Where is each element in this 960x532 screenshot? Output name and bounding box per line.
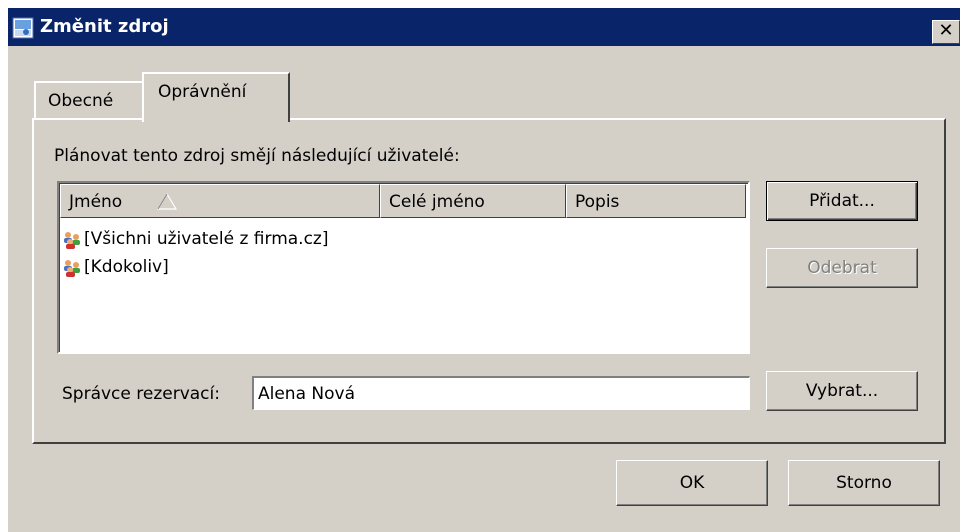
window-title: Změnit zdroj xyxy=(40,16,169,37)
title-bar[interactable]: Změnit zdroj xyxy=(8,8,960,46)
select-button-label: Vybrat... xyxy=(805,381,879,401)
allowed-users-label: Plánovat tento zdroj smějí následující u… xyxy=(54,146,460,166)
add-button-label: Přidat... xyxy=(809,191,875,211)
select-button[interactable]: Vybrat... xyxy=(766,371,918,411)
close-button[interactable]: ✕ xyxy=(932,20,960,44)
sort-ascending-icon xyxy=(157,193,177,210)
resource-icon xyxy=(12,17,34,39)
cancel-button-label: Storno xyxy=(836,473,892,493)
column-header-name[interactable]: Jméno xyxy=(60,184,380,218)
booking-manager-label: Správce rezervací: xyxy=(62,384,220,404)
ok-button[interactable]: OK xyxy=(616,460,768,506)
users-group-icon xyxy=(64,232,80,249)
tab-permissions-label: Oprávnění xyxy=(158,82,247,102)
tab-permissions[interactable]: Oprávnění xyxy=(142,72,290,122)
remove-button-label: Odebrat xyxy=(807,258,877,278)
tab-general-label: Obecné xyxy=(48,91,114,111)
column-header-full-name[interactable]: Celé jméno xyxy=(380,184,566,218)
tab-general[interactable]: Obecné xyxy=(34,81,144,118)
cancel-button[interactable]: Storno xyxy=(788,460,940,506)
remove-button[interactable]: Odebrat xyxy=(766,248,918,288)
column-header-description[interactable]: Popis xyxy=(566,184,746,218)
booking-manager-field[interactable] xyxy=(252,376,750,410)
row-name: [Všichni uživatelé z firma.cz] xyxy=(84,229,329,249)
users-group-icon xyxy=(64,260,80,277)
users-list[interactable]: Jméno Celé jméno Popis [Všichni uživatel… xyxy=(57,181,750,354)
column-full-name-label: Celé jméno xyxy=(389,192,485,212)
add-button[interactable]: Přidat... xyxy=(766,181,918,221)
row-name: [Kdokoliv] xyxy=(84,257,169,277)
close-icon: ✕ xyxy=(938,20,954,41)
column-description-label: Popis xyxy=(575,192,620,212)
ok-button-label: OK xyxy=(679,473,705,493)
column-name-label: Jméno xyxy=(69,192,123,212)
